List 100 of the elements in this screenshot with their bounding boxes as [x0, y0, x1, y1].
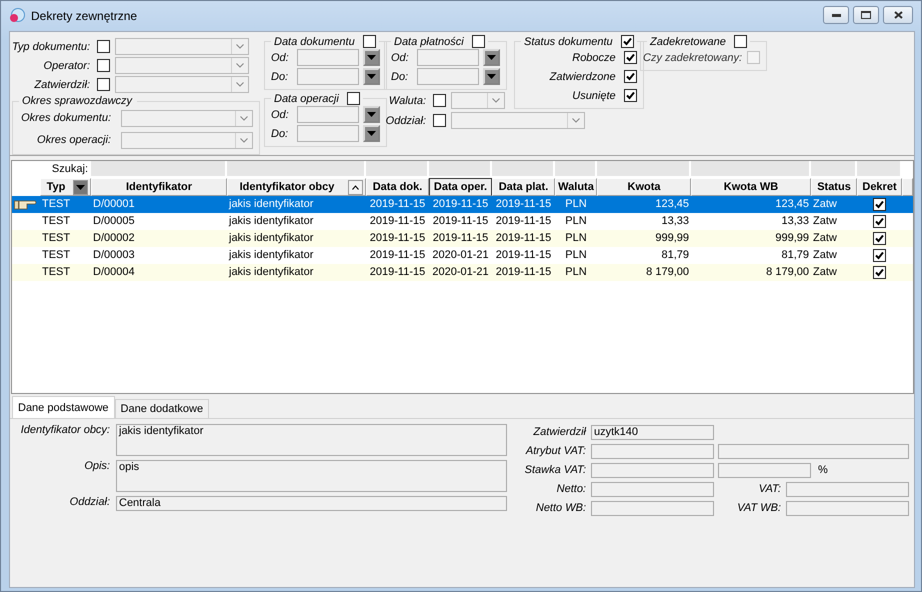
table-cell-text: D/00005: [92, 214, 136, 229]
input-field[interactable]: uzytk140: [591, 424, 714, 440]
field-label: VAT:: [758, 483, 782, 495]
column-filter-field[interactable]: [492, 161, 555, 177]
date-dropdown-button[interactable]: [483, 68, 500, 85]
column-header[interactable]: Waluta: [555, 178, 597, 196]
maximize-button[interactable]: [853, 6, 879, 24]
column-header[interactable]: Data oper.: [429, 178, 492, 196]
column-filter-field[interactable]: [857, 161, 902, 177]
checkbox[interactable]: [734, 35, 747, 48]
column-header[interactable]: Data dok.: [366, 178, 429, 196]
sort-button[interactable]: [348, 180, 363, 194]
table-cell-text: PLN: [564, 265, 588, 280]
input-field[interactable]: [718, 462, 811, 478]
checkbox[interactable]: [433, 94, 446, 107]
checkbox[interactable]: [873, 198, 886, 211]
column-header[interactable]: Kwota WB: [691, 178, 811, 196]
dropdown-field[interactable]: [115, 38, 249, 55]
column-filter-field[interactable]: [227, 161, 366, 177]
table-row[interactable]: TEST D/00004 jakis identyfikator 2019-11-15 2020-01-21 2019-11-15 PLN 8 179,00 8 179,00 Zatw: [12, 264, 913, 281]
column-filter-field[interactable]: [691, 161, 811, 177]
table-cell-text: 999,99: [774, 231, 810, 246]
input-field[interactable]: Centrala: [116, 496, 507, 511]
text-area[interactable]: jakis identyfikator: [116, 424, 507, 456]
column-filter-field[interactable]: [429, 161, 492, 177]
date-field[interactable]: [297, 125, 359, 142]
table-cell-text: D/00001: [92, 197, 136, 212]
column-filter-field[interactable]: [366, 161, 429, 177]
date-dropdown-button[interactable]: [363, 68, 380, 85]
column-header[interactable]: Kwota: [597, 178, 691, 196]
column-filter-field[interactable]: [555, 161, 597, 177]
column-header[interactable]: Dekret: [857, 178, 902, 196]
field-label: Zatwierdził: [532, 426, 588, 438]
column-filter-field[interactable]: [91, 161, 227, 177]
table-row[interactable]: TEST D/00001 jakis identyfikator 2019-11-15 2019-11-15 2019-11-15 PLN 123,45 123,45 Zatw: [12, 196, 913, 213]
dropdown-field[interactable]: [121, 132, 253, 148]
checkbox[interactable]: [873, 249, 886, 262]
table-cell-text: Zatw: [812, 265, 838, 280]
date-field[interactable]: [297, 68, 359, 85]
checkbox[interactable]: [97, 40, 110, 53]
input-field[interactable]: [786, 500, 909, 516]
group-title: Status dokumentu: [524, 36, 614, 48]
checkmark-icon: [626, 91, 635, 100]
chevron-down-icon: [236, 82, 244, 87]
chevron-down-icon: [236, 63, 244, 68]
checkbox[interactable]: [433, 114, 446, 127]
dropdown-field[interactable]: [451, 92, 505, 109]
dropdown-field[interactable]: [451, 112, 585, 129]
dropdown-field[interactable]: [115, 57, 249, 74]
column-header[interactable]: Identyfikator obcy: [227, 178, 366, 196]
filter-label: Zatwierdził:: [33, 78, 91, 90]
checkbox[interactable]: [624, 89, 637, 102]
date-dropdown-button[interactable]: [363, 125, 380, 142]
input-field[interactable]: [591, 482, 714, 496]
column-filter-field[interactable]: [811, 161, 857, 177]
input-field[interactable]: [591, 462, 714, 478]
pointing-hand-icon: [14, 198, 38, 211]
date-field[interactable]: [297, 49, 359, 66]
table-cell-text: 2019-11-15: [494, 248, 552, 263]
column-filter-field[interactable]: [597, 161, 691, 177]
close-button[interactable]: [883, 6, 913, 24]
tab[interactable]: Dane dodatkowe: [114, 399, 210, 418]
field-label: Netto WB:: [534, 502, 587, 514]
checkbox[interactable]: [873, 215, 886, 228]
input-field[interactable]: [786, 482, 909, 496]
date-field[interactable]: [417, 68, 479, 85]
checkbox[interactable]: [620, 35, 634, 48]
checkbox[interactable]: [873, 232, 886, 245]
column-header[interactable]: Data plat.: [492, 178, 555, 196]
date-field[interactable]: [417, 49, 479, 66]
filter-dropdown-button[interactable]: [73, 180, 88, 194]
input-field[interactable]: [718, 444, 909, 458]
dropdown-field[interactable]: [121, 110, 253, 126]
date-dropdown-button[interactable]: [483, 49, 500, 66]
date-field[interactable]: [297, 106, 359, 123]
text-area[interactable]: opis: [116, 460, 507, 492]
checkbox[interactable]: [97, 78, 110, 91]
checkbox[interactable]: [472, 35, 485, 48]
minimize-button[interactable]: [823, 6, 849, 24]
checkbox[interactable]: [624, 70, 637, 83]
table-cell-text: TEST: [41, 197, 72, 212]
column-header[interactable]: Status: [811, 178, 857, 196]
date-dropdown-button[interactable]: [363, 106, 380, 123]
dropdown-field[interactable]: [115, 76, 249, 93]
date-dropdown-button[interactable]: [363, 49, 380, 66]
tab[interactable]: Dane podstawowe: [12, 396, 115, 418]
window-title: Dekrety zewnętrzne: [31, 9, 138, 23]
column-header[interactable]: Identyfikator: [91, 178, 227, 196]
filter-label: Typ dokumentu:: [12, 40, 92, 52]
checkbox[interactable]: [873, 266, 886, 279]
checkbox[interactable]: [624, 51, 637, 64]
table-cell-text: D/00004: [92, 265, 136, 280]
checkbox[interactable]: [362, 35, 376, 48]
table-row[interactable]: TEST D/00002 jakis identyfikator 2019-11-15 2019-11-15 2019-11-15 PLN 999,99 999,99 Zatw: [12, 230, 913, 247]
input-field[interactable]: [591, 444, 714, 458]
checkbox[interactable]: [346, 92, 360, 105]
input-field[interactable]: [591, 500, 714, 516]
checkbox[interactable]: [97, 59, 110, 72]
percent-sign: %: [818, 464, 828, 476]
column-header[interactable]: Typ: [40, 178, 91, 196]
